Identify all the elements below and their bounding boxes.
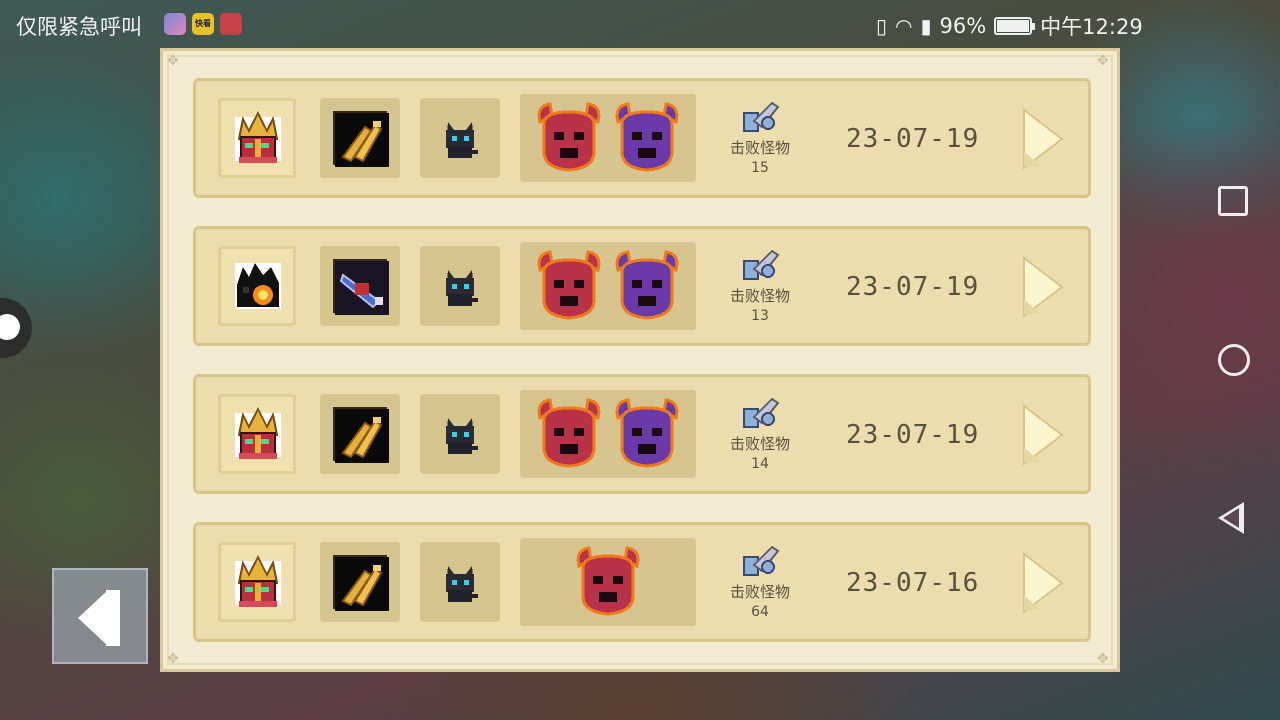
record-date: 23-07-19 — [846, 420, 980, 450]
pet-black-cat-icon — [438, 116, 482, 160]
home-button[interactable] — [1218, 344, 1250, 376]
history-record-2[interactable]: 击败怪物 13 23-07-19 — [193, 226, 1091, 346]
battery-alert-icon: ▮ — [920, 14, 932, 38]
corner-ornament-icon: ✥ — [167, 651, 179, 667]
kills-icon — [738, 247, 782, 283]
corner-ornament-icon: ✥ — [1097, 53, 1109, 69]
kills-block: 击败怪物 13 — [718, 247, 802, 324]
clock: 中午12:29 — [1040, 15, 1143, 39]
boss-red-devil-icon — [534, 250, 604, 322]
back-arrow-stem — [106, 590, 120, 646]
pet-slot — [420, 98, 500, 178]
kills-count: 64 — [751, 604, 769, 620]
battery-percent: 96% — [939, 14, 987, 38]
bosses-slot — [520, 538, 696, 626]
bosses-slot — [520, 242, 696, 330]
hero-slot — [218, 542, 296, 622]
game-back-button[interactable] — [52, 568, 148, 664]
app-notification-icon — [220, 13, 242, 35]
kills-block: 击败怪物 64 — [718, 543, 802, 620]
boss-red-devil-icon — [573, 546, 643, 618]
weapon-golden-gun-icon — [333, 111, 389, 167]
kills-count: 13 — [751, 308, 769, 324]
record-date: 23-07-19 — [846, 124, 980, 154]
kills-count: 14 — [751, 456, 769, 472]
notification-icons: 快看 — [164, 13, 242, 35]
history-panel: ✥ ✥ ✥ ✥ 击败怪物 15 23-07-19 击败怪物 13 23-07-1… — [160, 48, 1120, 672]
boss-purple-devil-icon — [612, 398, 682, 470]
corner-ornament-icon: ✥ — [167, 53, 179, 69]
weapon-slot — [320, 394, 400, 474]
boss-red-devil-icon — [534, 102, 604, 174]
pet-black-cat-icon — [438, 560, 482, 604]
pet-slot — [420, 246, 500, 326]
kills-label: 击败怪物 — [729, 287, 790, 305]
weapon-slot — [320, 98, 400, 178]
view-record-button[interactable] — [1022, 255, 1066, 319]
record-date: 23-07-16 — [846, 568, 980, 598]
back-arrow-icon — [78, 590, 108, 646]
view-record-button[interactable] — [1022, 107, 1066, 171]
hero-slot — [218, 98, 296, 178]
record-date: 23-07-19 — [846, 272, 980, 302]
bosses-slot — [520, 390, 696, 478]
battery-icon — [994, 17, 1036, 35]
system-nav-bar — [1184, 48, 1280, 720]
bosses-slot — [520, 94, 696, 182]
history-record-3[interactable]: 击败怪物 14 23-07-19 — [193, 374, 1091, 494]
hero-knight-red-icon — [229, 405, 287, 463]
wifi-icon: ◠ — [895, 14, 913, 38]
kuaikan-app-icon: 快看 — [192, 13, 214, 35]
view-record-button[interactable] — [1022, 403, 1066, 467]
history-record-1[interactable]: 击败怪物 15 23-07-19 — [193, 78, 1091, 198]
nav-back-button[interactable] — [1218, 502, 1244, 534]
recent-apps-button[interactable] — [1218, 186, 1248, 216]
kills-label: 击败怪物 — [729, 583, 790, 601]
pet-slot — [420, 394, 500, 474]
boss-purple-devil-icon — [612, 102, 682, 174]
vibrate-icon: ▯ — [876, 14, 888, 38]
kills-icon — [738, 395, 782, 431]
hero-slot — [218, 394, 296, 474]
status-indicators: ▯ ◠ ▮ 96% 中午12:29 — [876, 11, 1143, 41]
weapon-golden-gun-icon — [333, 555, 389, 611]
pet-black-cat-icon — [438, 412, 482, 456]
pet-black-cat-icon — [438, 264, 482, 308]
boss-purple-devil-icon — [612, 250, 682, 322]
kills-icon — [738, 99, 782, 135]
boss-red-devil-icon — [534, 398, 604, 470]
weapon-slot — [320, 246, 400, 326]
weapon-blue-cannon-icon — [333, 259, 389, 315]
history-record-4[interactable]: 击败怪物 64 23-07-16 — [193, 522, 1091, 642]
weapon-slot — [320, 542, 400, 622]
corner-ornament-icon: ✥ — [1097, 651, 1109, 667]
hero-knight-red-icon — [229, 109, 287, 167]
hero-knight-red-icon — [229, 553, 287, 611]
floating-assist-button[interactable] — [0, 298, 32, 358]
kills-label: 击败怪物 — [729, 435, 790, 453]
kills-icon — [738, 543, 782, 579]
hero-slot — [218, 246, 296, 326]
kills-label: 击败怪物 — [729, 139, 790, 157]
hero-black-flame-icon — [229, 257, 287, 315]
kills-block: 击败怪物 14 — [718, 395, 802, 472]
carrier-text: 仅限紧急呼叫 — [16, 15, 142, 39]
pet-slot — [420, 542, 500, 622]
kills-count: 15 — [751, 160, 769, 176]
app-notification-icon — [164, 13, 186, 35]
weapon-golden-gun-icon — [333, 407, 389, 463]
view-record-button[interactable] — [1022, 551, 1066, 615]
kills-block: 击败怪物 15 — [718, 99, 802, 176]
